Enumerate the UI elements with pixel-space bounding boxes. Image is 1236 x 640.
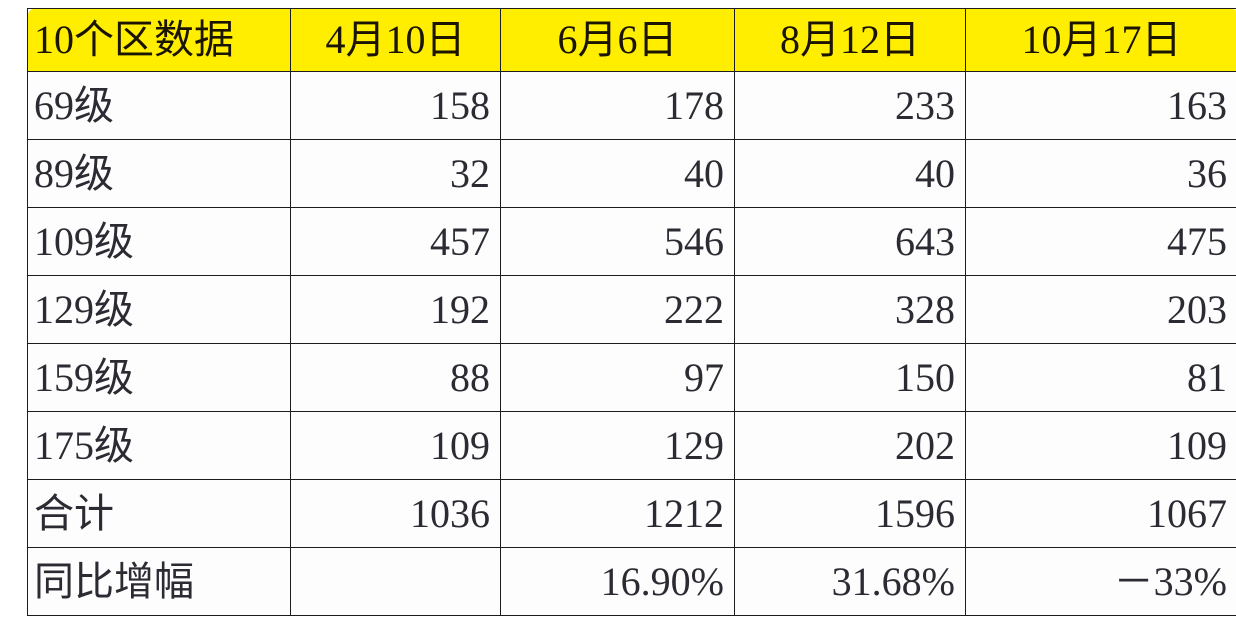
row-label-growth[interactable]: 同比增幅 bbox=[27, 547, 291, 616]
cell-oct17[interactable]: 81 bbox=[965, 343, 1236, 412]
column-header-oct17[interactable]: 10月17日 bbox=[965, 8, 1236, 72]
table-row: 109级 457 546 643 475 bbox=[27, 207, 1236, 276]
cell-total-oct17[interactable]: 1067 bbox=[965, 479, 1236, 548]
cell-jun6[interactable]: 178 bbox=[500, 71, 735, 140]
table-row: 159级 88 97 150 81 bbox=[27, 343, 1236, 412]
cell-growth-apr10[interactable] bbox=[290, 547, 501, 616]
cell-total-aug12[interactable]: 1596 bbox=[734, 479, 966, 548]
cell-oct17[interactable]: 475 bbox=[965, 207, 1236, 276]
cell-jun6[interactable]: 40 bbox=[500, 139, 735, 208]
cell-oct17[interactable]: 163 bbox=[965, 71, 1236, 140]
row-label[interactable]: 109级 bbox=[27, 207, 291, 276]
cell-aug12[interactable]: 233 bbox=[734, 71, 966, 140]
cell-total-jun6[interactable]: 1212 bbox=[500, 479, 735, 548]
column-header-aug12[interactable]: 8月12日 bbox=[734, 8, 966, 72]
cell-apr10[interactable]: 32 bbox=[290, 139, 501, 208]
table-header: 10个区数据 4月10日 6月6日 8月12日 10月17日 bbox=[27, 8, 1236, 72]
table-row: 89级 32 40 40 36 bbox=[27, 139, 1236, 208]
cell-aug12[interactable]: 643 bbox=[734, 207, 966, 276]
cell-total-apr10[interactable]: 1036 bbox=[290, 479, 501, 548]
column-header-label[interactable]: 10个区数据 bbox=[27, 8, 291, 72]
header-row: 10个区数据 4月10日 6月6日 8月12日 10月17日 bbox=[27, 8, 1236, 72]
cell-apr10[interactable]: 192 bbox=[290, 275, 501, 344]
row-label[interactable]: 129级 bbox=[27, 275, 291, 344]
cell-aug12[interactable]: 150 bbox=[734, 343, 966, 412]
row-label[interactable]: 159级 bbox=[27, 343, 291, 412]
row-label-total[interactable]: 合计 bbox=[27, 479, 291, 548]
cell-jun6[interactable]: 222 bbox=[500, 275, 735, 344]
table-row: 69级 158 178 233 163 bbox=[27, 71, 1236, 140]
cell-oct17[interactable]: 36 bbox=[965, 139, 1236, 208]
cell-apr10[interactable]: 109 bbox=[290, 411, 501, 480]
table-body: 69级 158 178 233 163 89级 32 40 40 36 109级… bbox=[27, 71, 1236, 616]
spreadsheet-canvas: 10个区数据 4月10日 6月6日 8月12日 10月17日 69级 158 1… bbox=[0, 0, 1236, 640]
row-label[interactable]: 89级 bbox=[27, 139, 291, 208]
cell-apr10[interactable]: 457 bbox=[290, 207, 501, 276]
cell-aug12[interactable]: 202 bbox=[734, 411, 966, 480]
cell-jun6[interactable]: 546 bbox=[500, 207, 735, 276]
cell-jun6[interactable]: 97 bbox=[500, 343, 735, 412]
row-label[interactable]: 69级 bbox=[27, 71, 291, 140]
cell-oct17[interactable]: 109 bbox=[965, 411, 1236, 480]
cell-apr10[interactable]: 88 bbox=[290, 343, 501, 412]
table-row: 175级 109 129 202 109 bbox=[27, 411, 1236, 480]
column-header-jun6[interactable]: 6月6日 bbox=[500, 8, 735, 72]
data-table: 10个区数据 4月10日 6月6日 8月12日 10月17日 69级 158 1… bbox=[27, 8, 1236, 616]
cell-apr10[interactable]: 158 bbox=[290, 71, 501, 140]
table-row-total: 合计 1036 1212 1596 1067 bbox=[27, 479, 1236, 548]
cell-oct17[interactable]: 203 bbox=[965, 275, 1236, 344]
cell-aug12[interactable]: 40 bbox=[734, 139, 966, 208]
cell-growth-aug12[interactable]: 31.68% bbox=[734, 547, 966, 616]
row-label[interactable]: 175级 bbox=[27, 411, 291, 480]
table-row: 129级 192 222 328 203 bbox=[27, 275, 1236, 344]
cell-jun6[interactable]: 129 bbox=[500, 411, 735, 480]
cell-aug12[interactable]: 328 bbox=[734, 275, 966, 344]
cell-growth-oct17[interactable]: －33% bbox=[965, 547, 1236, 616]
column-header-apr10[interactable]: 4月10日 bbox=[290, 8, 501, 72]
table-row-growth: 同比增幅 16.90% 31.68% －33% bbox=[27, 547, 1236, 616]
cell-growth-jun6[interactable]: 16.90% bbox=[500, 547, 735, 616]
